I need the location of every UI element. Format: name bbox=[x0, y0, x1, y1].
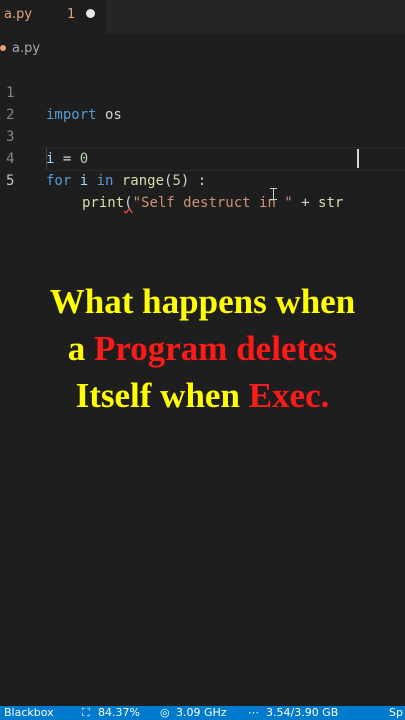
variable: i bbox=[71, 173, 97, 189]
status-bar: Blackbox ⛶ 84.37% ◎ 3.09 GHz ⋯ 3.54/3.90… bbox=[0, 706, 405, 720]
status-cpu-freq[interactable]: 3.09 GHz bbox=[176, 706, 227, 720]
cpu-usage-icon: ⛶ bbox=[82, 706, 90, 719]
tab-bar: a.py 1 bbox=[0, 0, 405, 34]
status-blackbox[interactable]: Blackbox bbox=[4, 706, 54, 720]
function-str: str bbox=[318, 195, 344, 211]
code-line-5[interactable]: 5 print("Self destruct in " + str bbox=[0, 148, 405, 211]
line-number: 5 bbox=[6, 173, 15, 189]
breadcrumb-file[interactable]: a.py bbox=[12, 41, 40, 56]
caption-text: a bbox=[67, 329, 94, 368]
caption-line-2: a Program deletes bbox=[0, 325, 405, 372]
keyword-in: in bbox=[96, 173, 114, 189]
number-literal: 5 bbox=[172, 173, 181, 189]
code-line-1[interactable]: 1 import os bbox=[0, 60, 405, 123]
operator: + bbox=[292, 195, 319, 211]
caption-text: Itself when bbox=[75, 376, 249, 415]
status-cpu-usage[interactable]: 84.37% bbox=[98, 706, 140, 720]
string-literal: "Self destruct in " bbox=[132, 195, 293, 211]
caption-line-1: What happens when bbox=[49, 282, 356, 321]
python-file-icon bbox=[0, 45, 6, 51]
caption-highlight: Program deletes bbox=[93, 329, 338, 368]
function-range: range bbox=[113, 173, 165, 189]
status-sp[interactable]: Sp bbox=[389, 706, 403, 720]
cpu-freq-icon: ◎ bbox=[160, 706, 170, 719]
tab-filename: a.py bbox=[4, 7, 33, 22]
unsaved-dot-icon[interactable] bbox=[86, 9, 95, 18]
status-memory[interactable]: 3.54/3.90 GB bbox=[266, 706, 338, 720]
text-cursor bbox=[357, 149, 359, 168]
caption-line-3: Itself when Exec. bbox=[0, 372, 405, 419]
tab-a-py[interactable]: a.py 1 bbox=[0, 0, 106, 34]
breadcrumb[interactable]: a.py bbox=[0, 38, 40, 58]
error-paren: ( bbox=[124, 195, 133, 211]
memory-icon: ⋯ bbox=[248, 706, 259, 719]
tab-problems-count: 1 bbox=[67, 7, 76, 22]
colon: : bbox=[189, 173, 207, 189]
code-line-2[interactable]: 2 bbox=[0, 82, 405, 123]
keyword-for: for bbox=[46, 173, 72, 189]
code-line-3[interactable]: 3 i = 0 bbox=[0, 104, 405, 167]
ibeam-cursor-icon bbox=[270, 188, 280, 200]
function-print: print bbox=[82, 195, 125, 211]
code-line-4[interactable]: 4 for i in range(5) : bbox=[0, 126, 405, 189]
caption-highlight: Exec. bbox=[248, 376, 330, 415]
video-caption: What happens when a Program deletes Itse… bbox=[0, 278, 405, 419]
